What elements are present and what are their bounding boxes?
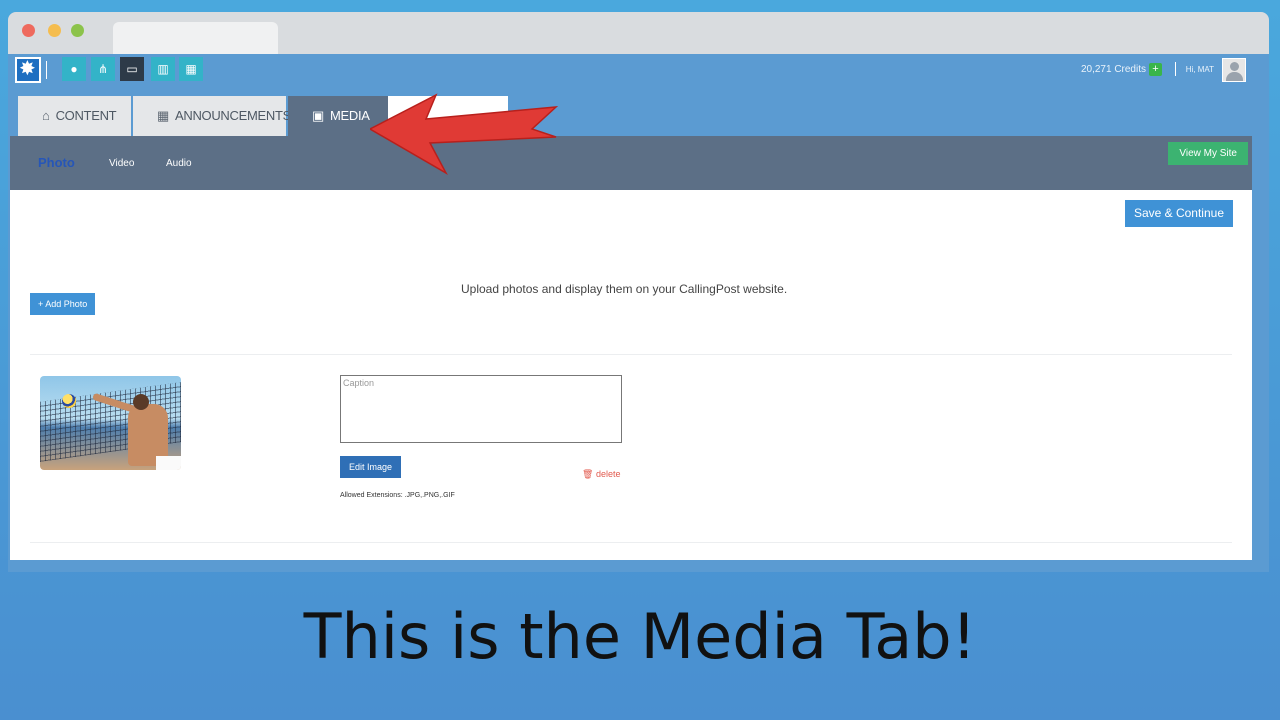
tab-announcements[interactable]: ▦ Announcements [133,96,291,136]
credits-text: 20,271 Credits [1080,64,1146,75]
pointer-arrow-icon [370,93,559,175]
photo-thumbnail[interactable] [40,376,181,470]
map-icon[interactable]: ▥ [151,57,175,81]
upload-instructions: Upload photos and display them on your C… [461,282,788,296]
tab-media-label: Media [329,108,370,123]
credits-display: 20,271 Credits + [1081,63,1162,76]
sitemap-icon[interactable]: ⋔ [91,57,115,81]
player-head-graphic [133,394,149,410]
shorts-graphic [156,456,181,470]
view-my-site-button[interactable]: View My Site [1168,142,1248,165]
calendar-icon: ▦ [157,108,169,123]
tab-content-label: Content [55,108,117,123]
allowed-extensions: Allowed Extensions: .JPG,.PNG,.GIF [340,492,455,499]
logo-icon[interactable] [15,56,41,83]
delete-link[interactable]: 🗑 delete [582,469,620,480]
trash-icon: 🗑 [582,469,594,479]
minimize-window-button[interactable] [48,24,61,37]
caption-field[interactable] [340,375,622,443]
user-greeting[interactable]: Hi, MAT [1186,65,1214,74]
divider [30,542,1232,543]
subnav-video[interactable]: Video [109,158,134,169]
maximize-window-button[interactable] [71,24,84,37]
add-credits-button[interactable]: + [1149,63,1162,76]
save-continue-button[interactable]: Save & Continue [1124,200,1233,227]
calendar-icon[interactable]: ▦ [179,57,203,81]
tab-content[interactable]: ⌂ Content [18,96,131,136]
divider [30,354,1232,355]
sub-navigation: Photo Video Audio View My Site [10,136,1252,190]
chat-icon[interactable]: ● [62,57,86,81]
delete-label: delete [595,469,621,479]
video-caption: This is the Media Tab! [303,600,977,673]
close-window-button[interactable] [22,24,35,37]
media-panel: Save & Continue Upload photos and displa… [10,190,1252,560]
header-separator [46,61,47,79]
home-icon: ⌂ [42,108,50,123]
browser-titlebar [8,12,1269,54]
monitor-icon[interactable]: ▭ [120,57,144,81]
avatar[interactable] [1222,58,1246,82]
subnav-audio[interactable]: Audio [166,158,192,169]
header-divider [1175,62,1176,76]
edit-image-button[interactable]: Edit Image [340,456,402,478]
image-icon: ▣ [312,108,324,123]
tab-announcements-label: Announcements [174,108,291,123]
add-photo-button[interactable]: + Add Photo [30,293,96,315]
subnav-photo[interactable]: Photo [38,155,75,170]
volleyball-graphic [62,394,76,408]
app-header: ● ⋔ ▭ ▥ ▦ 20,271 Credits+ Hi, MAT [10,54,1250,92]
browser-tab[interactable] [113,22,278,54]
